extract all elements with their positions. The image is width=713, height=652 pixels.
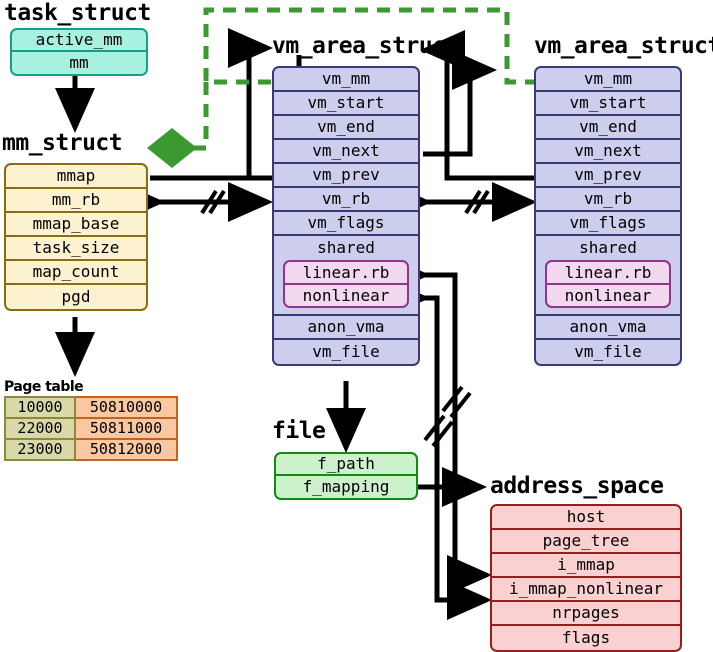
- title-page-table: Page table: [4, 379, 84, 395]
- field-vm-file: vm_file: [312, 342, 380, 361]
- field-vm-mm: vm_mm: [536, 68, 680, 92]
- field-page-tree: page_tree: [492, 530, 680, 554]
- field-vm-flags: vm_flags: [274, 212, 418, 236]
- field-vm-mm: vm_mm: [274, 68, 418, 92]
- wire-mmrb-vmrb-left: [120, 182, 273, 222]
- title-vm-area-struct-right: vm_area_struct: [534, 33, 713, 59]
- field-host: host: [492, 506, 680, 530]
- field-f-path: f_path: [276, 454, 416, 476]
- field-nonlinear: nonlinear: [302, 285, 390, 305]
- field-map-count: map_count: [6, 261, 146, 285]
- field-vm-rb: vm_rb: [274, 188, 418, 212]
- field-shared-label: shared: [579, 238, 637, 257]
- page-table-phys: 50811000: [74, 417, 178, 440]
- field-linear-rb: linear.rb: [547, 262, 669, 285]
- struct-mm-struct: mmap mm_rb mmap_base task_size map_count…: [4, 163, 148, 311]
- field-mm-rb: mm_rb: [6, 189, 146, 213]
- page-table-virt: 23000: [4, 438, 76, 461]
- wire-vmnext-left-to-vma-right: [423, 50, 497, 157]
- field-linear-rb: linear.rb: [285, 262, 407, 285]
- field-vm-start: vm_start: [274, 92, 418, 116]
- field-shared: shared linear.rb nonlinear: [274, 236, 418, 316]
- field-vm-flags: vm_flags: [536, 212, 680, 236]
- struct-shared-nested-right: linear.rb nonlinear: [545, 260, 671, 308]
- page-table: 10000 50810000 22000 50811000 23000 5081…: [4, 396, 178, 461]
- wire-vmprev-right-to-vma-left: [420, 30, 535, 181]
- table-row: 23000 50812000: [4, 438, 178, 461]
- page-table-virt: 22000: [4, 417, 76, 440]
- table-row: 10000 50810000: [4, 396, 178, 419]
- page-table-phys: 50810000: [74, 396, 178, 419]
- struct-task-struct: active_mm mm: [10, 28, 148, 76]
- field-vm-next: vm_next: [536, 140, 680, 164]
- field-vm-end: vm_end: [274, 116, 418, 140]
- field-shared-label: shared: [317, 238, 375, 257]
- field-pgd: pgd: [61, 287, 91, 306]
- field-task-size: task_size: [6, 237, 146, 261]
- field-i-mmap: i_mmap: [492, 554, 680, 578]
- title-mm-struct: mm_struct: [2, 130, 123, 156]
- title-address-space: address_space: [490, 473, 664, 499]
- field-mm: mm: [69, 53, 89, 72]
- field-shared: shared linear.rb nonlinear: [536, 236, 680, 316]
- field-vm-prev: vm_prev: [274, 164, 418, 188]
- field-vm-next: vm_next: [274, 140, 418, 164]
- field-f-mapping: f_mapping: [302, 477, 390, 496]
- field-flags: flags: [561, 628, 611, 647]
- field-vm-rb: vm_rb: [536, 188, 680, 212]
- struct-address-space: host page_tree i_mmap i_mmap_nonlinear n…: [490, 504, 682, 652]
- field-nrpages: nrpages: [492, 602, 680, 626]
- field-i-mmap-nonlinear: i_mmap_nonlinear: [492, 578, 680, 602]
- field-anon-vma: anon_vma: [536, 316, 680, 340]
- wire-nonlinear-to-immapnonlinear: [385, 278, 492, 620]
- wire-mmrb-vmrb-right: [387, 182, 537, 222]
- field-vm-prev: vm_prev: [536, 164, 680, 188]
- title-file: file: [272, 418, 326, 444]
- page-table-phys: 50812000: [74, 438, 178, 461]
- wire-linearrb-to-immap: [385, 255, 492, 595]
- field-mmap-base: mmap_base: [6, 213, 146, 237]
- field-active-mm: active_mm: [12, 30, 146, 52]
- struct-vm-area-struct-left: vm_mm vm_start vm_end vm_next vm_prev vm…: [272, 66, 420, 366]
- table-row: 22000 50811000: [4, 417, 178, 440]
- field-vm-end: vm_end: [536, 116, 680, 140]
- struct-vm-area-struct-right: vm_mm vm_start vm_end vm_next vm_prev vm…: [534, 66, 682, 366]
- title-vm-area-struct-left: vm_area_struct: [272, 33, 459, 59]
- field-nonlinear: nonlinear: [564, 285, 652, 305]
- page-table-virt: 10000: [4, 396, 76, 419]
- field-vm-file: vm_file: [574, 342, 642, 361]
- struct-shared-nested-left: linear.rb nonlinear: [283, 260, 409, 308]
- field-mmap: mmap: [6, 165, 146, 189]
- struct-file: f_path f_mapping: [274, 452, 418, 500]
- field-vm-start: vm_start: [536, 92, 680, 116]
- title-task-struct: task_struct: [4, 0, 151, 26]
- diagram-canvas: task_struct mm_struct vm_area_struct vm_…: [0, 0, 713, 652]
- field-anon-vma: anon_vma: [274, 316, 418, 340]
